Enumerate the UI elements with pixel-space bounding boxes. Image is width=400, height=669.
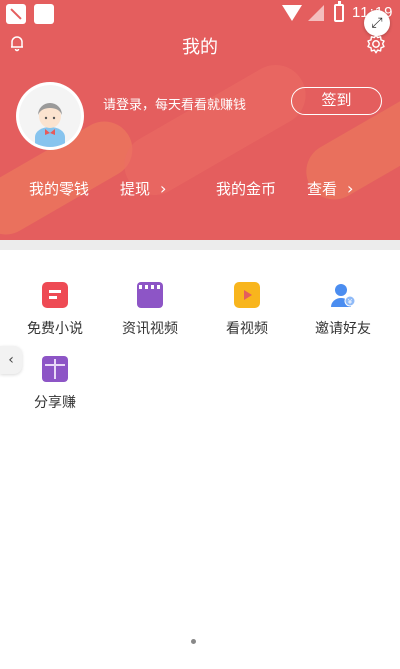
checkin-button[interactable]: 签到 bbox=[291, 87, 382, 115]
profile-header: 11:19 ⤢ 我的 请登录，每天看看就赚钱 签到 我的零钱 提现› 我的金币 … bbox=[0, 0, 400, 240]
grid-item-label: 邀请好友 bbox=[315, 321, 371, 337]
wifi-icon bbox=[282, 5, 302, 21]
chevron-left-icon[interactable]: ‹ bbox=[0, 346, 22, 374]
grid-item-label: 免费小说 bbox=[27, 321, 83, 337]
grid-item-watch-video[interactable]: 看视频 bbox=[197, 282, 297, 338]
video-news-icon bbox=[137, 282, 163, 308]
invite-friends-icon: ¥ bbox=[330, 282, 356, 308]
avatar[interactable] bbox=[16, 82, 84, 150]
page-indicator-dot bbox=[191, 639, 196, 644]
login-prompt[interactable]: 请登录，每天看看就赚钱 bbox=[103, 94, 246, 113]
share-earn-icon bbox=[42, 356, 68, 382]
grid-item-video-news[interactable]: 资讯视频 bbox=[100, 282, 200, 338]
notification-app-icon bbox=[34, 4, 54, 24]
status-bar: 11:19 bbox=[0, 0, 400, 28]
grid-item-label: 分享赚 bbox=[34, 395, 76, 411]
my-coins-label[interactable]: 我的金币 bbox=[216, 178, 276, 199]
grid-item-label: 看视频 bbox=[226, 321, 268, 337]
watch-video-icon bbox=[234, 282, 260, 308]
page-title: 我的 bbox=[182, 37, 218, 58]
my-change-label[interactable]: 我的零钱 bbox=[29, 178, 89, 199]
svg-text:¥: ¥ bbox=[348, 298, 353, 306]
view-coins-link[interactable]: 查看 › bbox=[307, 178, 353, 199]
withdraw-link[interactable]: 提现 › bbox=[120, 178, 166, 199]
novel-icon bbox=[42, 282, 68, 308]
chevron-right-icon: › bbox=[347, 179, 354, 198]
view-label: 查看 bbox=[307, 180, 338, 198]
grid-item-label: 资讯视频 bbox=[122, 321, 178, 337]
grid-item-free-novels[interactable]: 免费小说 bbox=[5, 282, 105, 338]
section-divider bbox=[0, 240, 400, 250]
notification-app-icon bbox=[6, 4, 26, 24]
withdraw-label: 提现 bbox=[120, 180, 151, 198]
chevron-right-icon: › bbox=[160, 179, 167, 198]
battery-icon bbox=[334, 1, 344, 22]
signal-icon bbox=[308, 5, 324, 21]
user-avatar-icon bbox=[19, 85, 81, 147]
gear-icon[interactable] bbox=[365, 33, 387, 55]
grid-item-invite-friends[interactable]: ¥ 邀请好友 bbox=[293, 282, 393, 338]
wallet-row: 我的零钱 提现 › 我的金币 查看 › bbox=[0, 178, 400, 202]
